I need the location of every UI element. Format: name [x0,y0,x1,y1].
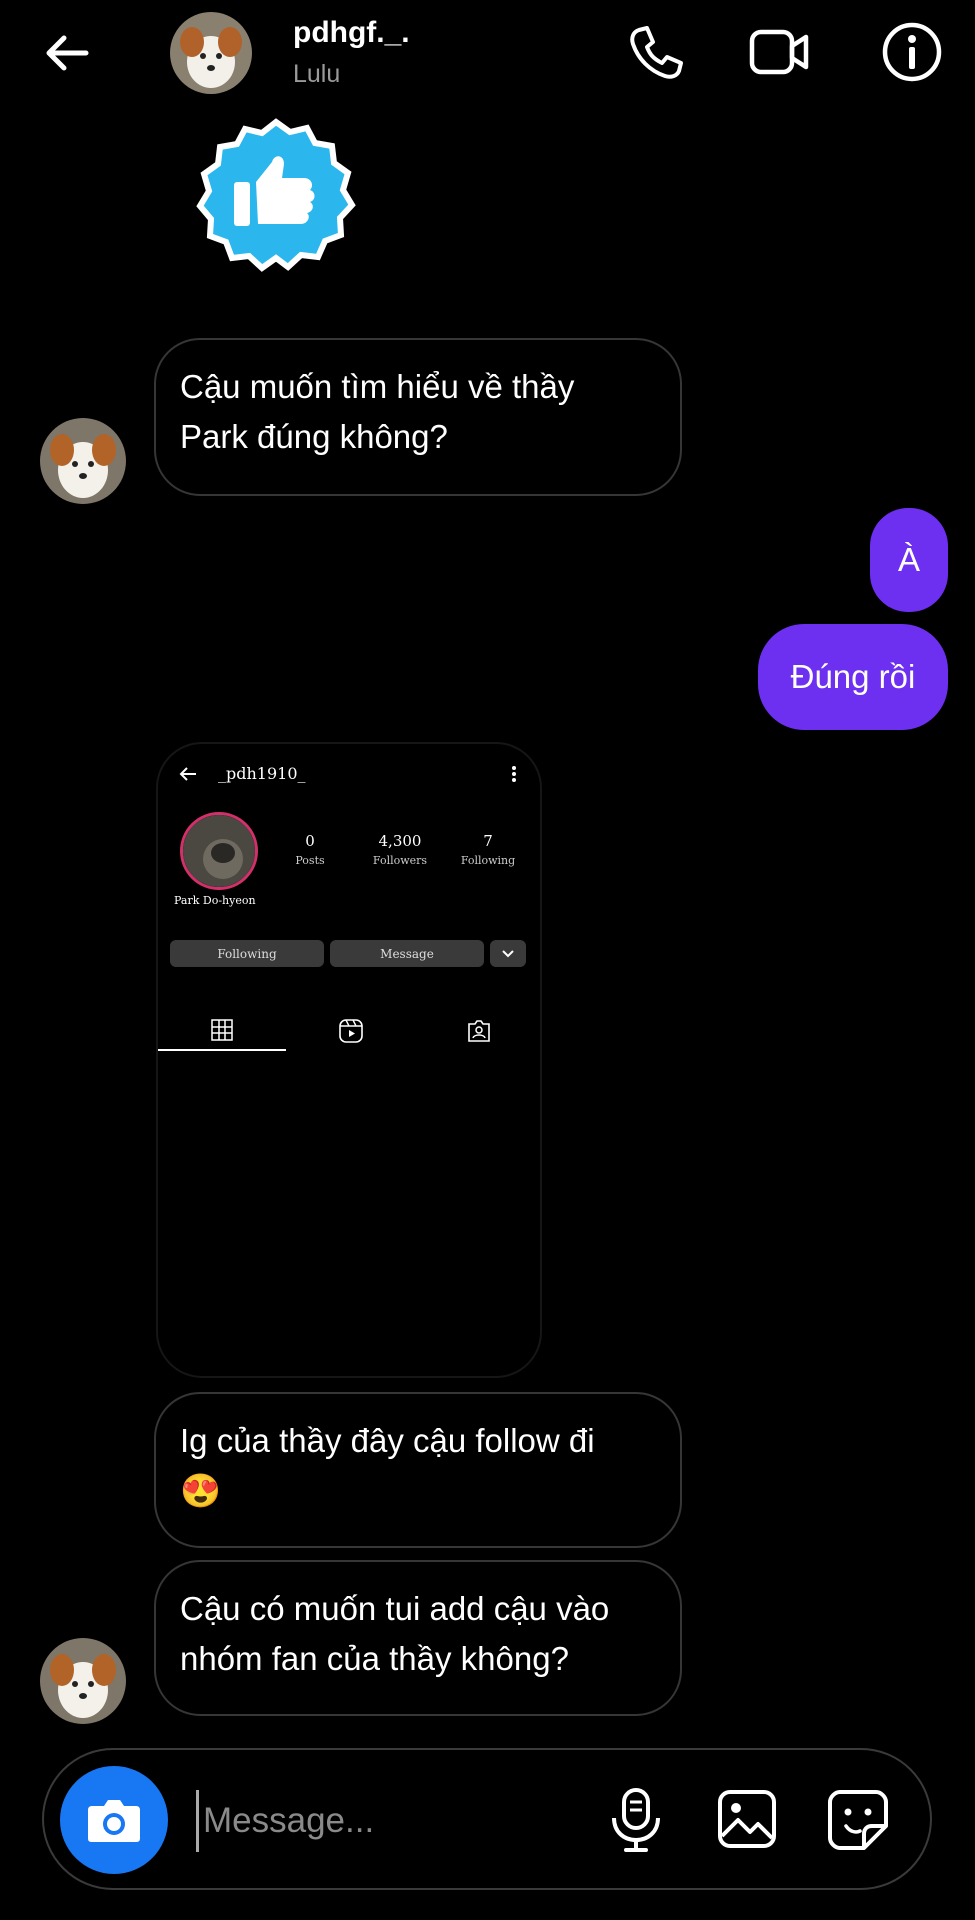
chevron-down-icon [502,949,514,957]
sender-avatar[interactable] [40,1638,126,1724]
message-text-line: Cậu có muốn tui add cậu vào [180,1590,610,1627]
active-tab-indicator [158,1049,286,1051]
message-text-line: nhóm fan của thầy không? [180,1640,569,1677]
message-text-line: Cậu muốn tìm hiểu về thầy [180,368,575,405]
incoming-message[interactable]: Ig của thầy đây cậu follow đi 😍 [154,1392,682,1548]
suggested-dropdown-button [490,940,526,967]
profile-display-name: Park Do-hyeon [174,894,256,907]
message-text: À [897,541,920,578]
contact-username[interactable]: pdhgf._. [293,16,410,50]
more-options-icon [512,766,516,782]
video-camera-icon[interactable] [748,20,812,84]
outgoing-message[interactable]: Đúng rồi [758,624,948,730]
message-text-line: Ig của thầy đây cậu follow đi [180,1422,595,1459]
following-button: Following [170,940,324,967]
message-text-line: Park đúng không? [180,418,448,455]
following-label: Following [460,854,516,867]
grid-tab-icon [211,1019,233,1041]
camera-icon [88,1800,140,1842]
outgoing-message[interactable]: À [870,508,948,612]
info-icon[interactable] [880,20,944,84]
sticker-icon[interactable] [826,1788,890,1852]
message-input[interactable] [196,1790,585,1852]
phone-icon[interactable] [623,20,687,84]
tagged-tab-icon [468,1020,490,1042]
camera-button[interactable] [60,1766,168,1874]
back-arrow-icon[interactable] [42,28,92,78]
followers-count: 4,300 [378,832,422,850]
chat-header: pdhgf._. Lulu [0,0,975,110]
following-count: 7 [483,832,493,850]
incoming-message[interactable]: Cậu có muốn tui add cậu vào nhóm fan của… [154,1560,682,1716]
message-emoji: 😍 [180,1472,222,1509]
profile-handle: _pdh1910_ [218,764,306,783]
message-button: Message [330,940,484,967]
shared-profile-screenshot[interactable]: _pdh1910_ Park Do-hyeon 0 Posts 4,300 Fo… [156,742,542,1378]
message-text: Đúng rồi [790,658,916,695]
gallery-icon[interactable] [716,1788,778,1850]
microphone-icon[interactable] [606,1786,666,1854]
reels-tab-icon [339,1019,363,1043]
contact-display-name: Lulu [293,60,341,88]
followers-label: Followers [372,854,428,867]
incoming-message[interactable]: Cậu muốn tìm hiểu về thầy Park đúng khôn… [154,338,682,496]
thumbs-up-sticker [196,118,356,272]
back-arrow-icon [179,767,196,781]
sender-avatar[interactable] [40,418,126,504]
posts-count: 0 [305,832,315,850]
contact-avatar[interactable] [170,12,252,94]
profile-picture [180,812,258,890]
posts-label: Posts [295,854,325,867]
